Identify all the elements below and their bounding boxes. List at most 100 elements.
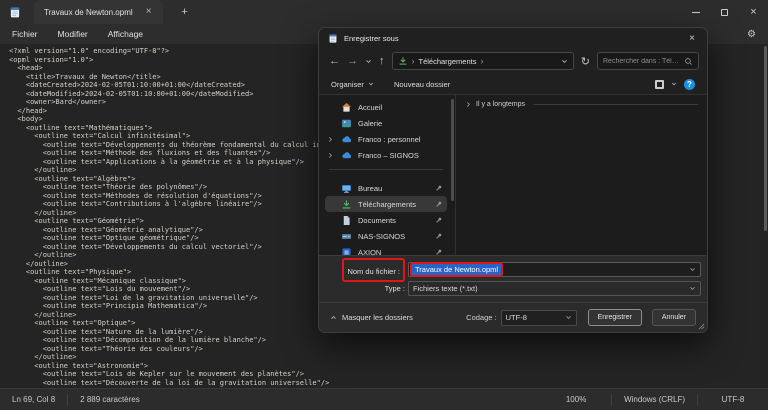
breadcrumb-location[interactable]: Téléchargements [419, 57, 477, 66]
dialog-close-button[interactable]: × [679, 28, 705, 48]
download-location-icon [398, 56, 408, 66]
sidebar-separator [329, 169, 443, 170]
search-box[interactable]: Rechercher dans : Télécharg... [597, 52, 699, 70]
dialog-fields: Nom du fichier : Travaux de Newton.opml … [319, 255, 707, 302]
editor-scrollbar[interactable] [764, 46, 767, 231]
menu-affichage[interactable]: Affichage [98, 26, 153, 42]
new-tab-button[interactable]: + [177, 6, 193, 18]
pin-icon [434, 200, 443, 209]
status-cursor-position: Ln 69, Col 8 [12, 395, 56, 404]
forward-button[interactable]: → [347, 55, 358, 67]
dialog-title-bar: Enregistrer sous × [319, 28, 707, 48]
close-window-button[interactable]: × [739, 0, 768, 24]
minimize-button[interactable] [681, 0, 710, 24]
hide-folders-label: Masquer les dossiers [342, 313, 413, 322]
sidebar-item-galerie[interactable]: Galerie [325, 115, 447, 131]
address-dropdown-chevron-icon[interactable] [561, 58, 568, 65]
filetype-dropdown-chevron-icon [689, 285, 696, 292]
minimize-icon [691, 11, 700, 13]
sidebar-item-franco-personnel[interactable]: Franco : personnel [325, 131, 447, 147]
sidebar-scrollbar[interactable] [451, 99, 454, 201]
maximize-button[interactable] [710, 0, 739, 24]
window-controls: × [681, 0, 768, 24]
save-as-dialog: Enregistrer sous × ← → ↑ › Téléchargemen… [318, 27, 708, 333]
hide-folders-button[interactable]: Masquer les dossiers [330, 313, 413, 322]
document-icon [340, 215, 353, 226]
filename-label-annotation: Nom du fichier : [342, 257, 405, 282]
status-encoding: UTF-8 [721, 395, 745, 404]
sidebar-item-telechargements[interactable]: Téléchargements [325, 196, 447, 212]
menu-modifier[interactable]: Modifier [48, 26, 98, 42]
new-folder-button[interactable]: Nouveau dossier [394, 80, 450, 89]
sidebar-item-bureau[interactable]: Bureau [325, 180, 447, 196]
search-icon [684, 57, 693, 66]
file-group-label: Il y a longtemps [476, 101, 526, 108]
chevron-right-icon [467, 102, 470, 107]
new-folder-label: Nouveau dossier [393, 79, 451, 89]
cancel-button[interactable]: Annuler [651, 309, 696, 326]
filename-dropdown-chevron-icon[interactable] [689, 266, 696, 273]
status-line-endings: Windows (CRLF) [624, 395, 685, 404]
file-group-header[interactable]: Il y a longtemps [465, 101, 698, 108]
up-button[interactable]: ↑ [379, 55, 385, 67]
sidebar-item-accueil[interactable]: Accueil [325, 99, 447, 115]
encoding-dropdown-chevron-icon [565, 314, 572, 321]
status-right-group: 100% Windows (CRLF) UTF-8 [541, 389, 768, 410]
status-char-count: 2 889 caractères [80, 395, 140, 404]
back-button[interactable]: ← [329, 55, 340, 67]
pin-icon [434, 184, 443, 193]
menu-fichier[interactable]: Fichier [2, 26, 48, 42]
group-header-rule [533, 104, 698, 105]
filetype-label: Type : [384, 284, 405, 293]
search-placeholder: Rechercher dans : Télécharg... [603, 57, 680, 65]
navigation-pane: Accueil Galerie Franco : personnel Franc… [319, 95, 455, 255]
recent-locations-chevron-icon[interactable] [365, 58, 372, 65]
tab-title: Travaux de Newton.opml [44, 7, 133, 17]
desktop-icon [340, 183, 353, 194]
settings-gear-icon[interactable]: ⚙ [741, 29, 762, 40]
encoding-label: Codage : [466, 313, 497, 322]
resize-grip[interactable] [698, 323, 705, 330]
organize-button[interactable]: Organiser [331, 80, 374, 89]
help-icon[interactable]: ? [684, 78, 695, 90]
view-mode-icon[interactable] [655, 79, 664, 89]
downloads-icon [340, 199, 353, 210]
sidebar-item-documents[interactable]: Documents [325, 212, 447, 228]
view-mode-chevron-icon[interactable] [671, 81, 677, 87]
tab-close-icon[interactable]: × [143, 6, 155, 18]
filetype-value: Fichiers texte (*.txt) [413, 284, 478, 293]
home-icon [340, 102, 353, 113]
chevron-right-icon[interactable] [327, 136, 335, 143]
chevron-up-icon [331, 316, 336, 319]
filename-value-annotation: Travaux de Newton.opml [410, 262, 504, 277]
sidebar-item-axion[interactable]: AXION [325, 244, 447, 255]
filename-value: Travaux de Newton.opml [412, 264, 502, 275]
pin-icon [434, 248, 443, 256]
filename-input[interactable]: Travaux de Newton.opml [408, 262, 701, 277]
status-zoom-level[interactable]: 100% [541, 395, 611, 404]
refresh-icon[interactable]: ↻ [581, 55, 590, 68]
desktop-screen: Travaux de Newton.opml × + × Fichier Mod… [0, 0, 768, 410]
breadcrumb-separator-icon[interactable]: › [480, 56, 483, 66]
chevron-down-icon [368, 82, 373, 86]
dialog-footer: Masquer les dossiers Codage : UTF-8 Enre… [319, 302, 707, 332]
sidebar-item-franco-signos[interactable]: Franco – SIGNOS [325, 147, 447, 163]
filetype-row: Type : Fichiers texte (*.txt) [325, 280, 701, 297]
tab-bar: Travaux de Newton.opml × + × [0, 0, 768, 24]
axion-drive-icon [340, 247, 353, 255]
encoding-select[interactable]: UTF-8 [500, 309, 577, 326]
sidebar-item-nas-signos[interactable]: NAS-SIGNOS [325, 228, 447, 244]
onedrive-cloud-icon [340, 134, 353, 145]
file-list-area[interactable]: Il y a longtemps [455, 95, 707, 255]
dialog-command-bar: Organiser Nouveau dossier ? [319, 74, 707, 94]
chevron-right-icon[interactable] [327, 152, 335, 159]
gallery-icon [340, 118, 353, 129]
save-button[interactable]: Enregistrer [587, 309, 642, 326]
dialog-notepad-icon [328, 33, 338, 44]
filetype-select[interactable]: Fichiers texte (*.txt) [408, 281, 701, 296]
pin-icon [434, 216, 443, 225]
tab-travaux-de-newton[interactable]: Travaux de Newton.opml × [34, 0, 163, 24]
filename-label: Nom du fichier : [347, 266, 400, 276]
close-icon: × [750, 6, 757, 18]
address-bar[interactable]: › Téléchargements › [391, 52, 574, 70]
